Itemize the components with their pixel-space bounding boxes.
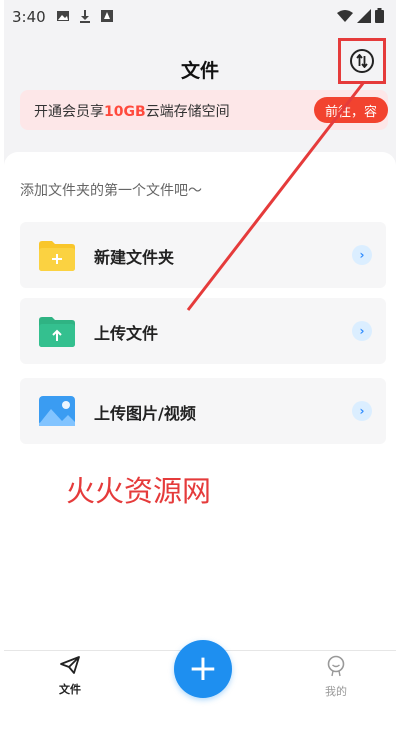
page-header: 文件 bbox=[4, 38, 396, 90]
profile-icon bbox=[327, 655, 345, 677]
vip-banner[interactable]: 开通会员享10GB云端存储空间 前往，容 bbox=[20, 90, 388, 130]
wifi-icon bbox=[337, 9, 353, 22]
new-folder-icon bbox=[39, 241, 75, 271]
battery-icon bbox=[375, 8, 384, 23]
tab-files-label: 文件 bbox=[59, 683, 81, 696]
upload-file-icon bbox=[39, 317, 75, 347]
upload-image-card[interactable]: 上传图片/视频 › bbox=[20, 378, 386, 444]
status-right bbox=[337, 8, 384, 23]
upload-file-label: 上传文件 bbox=[94, 324, 159, 343]
status-time: 3:40 bbox=[12, 8, 46, 26]
banner-text: 开通会员享10GB云端存储空间 bbox=[34, 104, 230, 120]
chevron-right-icon: › bbox=[352, 245, 372, 265]
empty-hint: 添加文件夹的第一个文件吧～ bbox=[20, 183, 202, 199]
chevron-right-icon: › bbox=[352, 401, 372, 421]
status-bar: 3:40 bbox=[4, 0, 396, 36]
tab-files[interactable]: 文件 bbox=[30, 655, 110, 697]
new-folder-card[interactable]: 新建文件夹 › bbox=[20, 222, 386, 288]
phone-screen: 3:40 文件 开通会员享10GB云端存储空间 前往，容 添加文件夹的第一个文件… bbox=[4, 0, 396, 710]
status-icons bbox=[56, 9, 114, 23]
download-icon bbox=[80, 10, 90, 23]
chevron-right-icon: › bbox=[352, 321, 372, 341]
banner-highlight: 10GB bbox=[104, 104, 146, 120]
paper-plane-icon bbox=[60, 656, 80, 674]
sort-switch-button[interactable] bbox=[338, 38, 386, 84]
watermark-text: 火火资源网 bbox=[66, 474, 212, 508]
banner-go-button[interactable]: 前往，容 bbox=[314, 97, 388, 123]
tab-mine[interactable]: 我的 bbox=[296, 655, 376, 699]
files-panel: 添加文件夹的第一个文件吧～ 新建文件夹 › 上传文件 › 上传图片/视频 › bbox=[4, 152, 396, 652]
swap-arrows-icon bbox=[350, 49, 374, 73]
upload-image-icon bbox=[39, 396, 75, 426]
upload-image-label: 上传图片/视频 bbox=[94, 404, 196, 423]
plus-icon: + bbox=[187, 648, 219, 689]
upload-file-card[interactable]: 上传文件 › bbox=[20, 298, 386, 364]
signal-icon bbox=[357, 8, 371, 23]
add-button[interactable]: + bbox=[174, 640, 232, 698]
new-folder-label: 新建文件夹 bbox=[94, 248, 175, 267]
app-icon bbox=[101, 10, 113, 22]
image-icon bbox=[57, 11, 69, 21]
tab-mine-label: 我的 bbox=[325, 685, 347, 698]
